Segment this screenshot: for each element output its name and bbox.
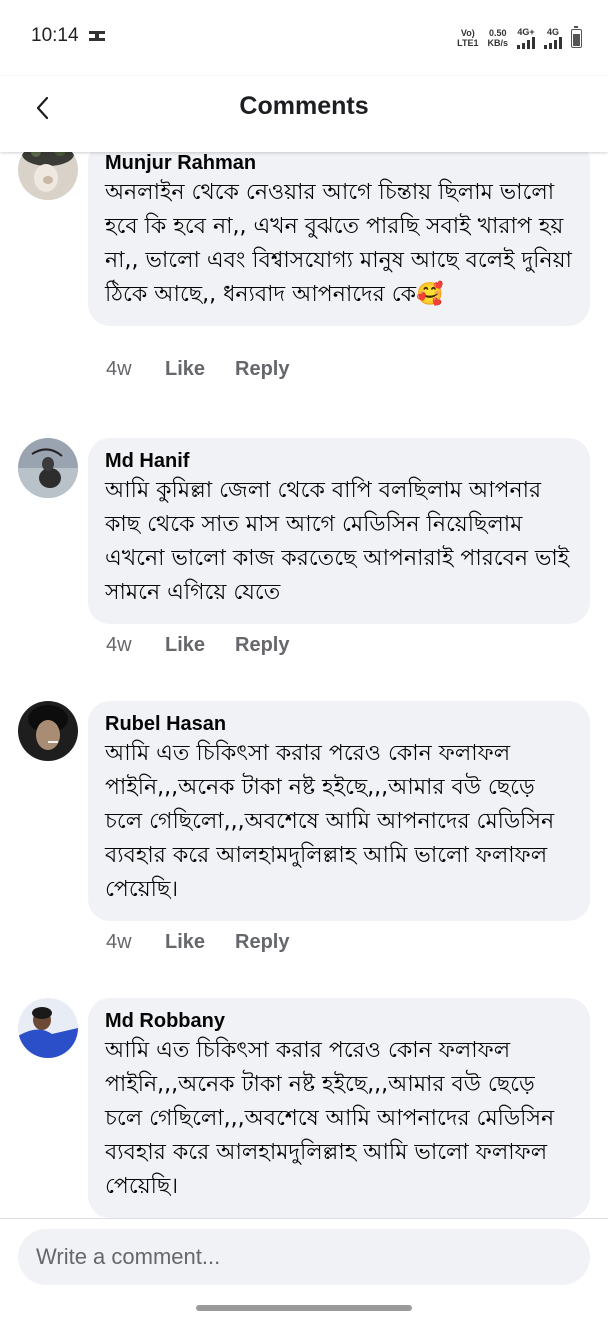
comment-time: 4w bbox=[106, 634, 132, 656]
comment-author[interactable]: Rubel Hasan bbox=[105, 711, 572, 737]
avatar[interactable] bbox=[18, 701, 78, 761]
reply-button[interactable]: Reply bbox=[235, 634, 289, 657]
avatar[interactable] bbox=[18, 438, 78, 498]
battery-icon bbox=[571, 25, 582, 48]
comments-list[interactable]: Munjur Rahman অনলাইন থেকে নেওয়ার আগে চি… bbox=[0, 152, 608, 1218]
home-indicator[interactable] bbox=[196, 1305, 412, 1311]
avatar[interactable] bbox=[18, 152, 78, 200]
comment-bubble[interactable]: Md Robbany আমি এত চিকিৎসা করার পরেও কোন … bbox=[88, 998, 590, 1218]
comment-time: 4w bbox=[106, 931, 132, 953]
comment-author[interactable]: Md Hanif bbox=[105, 448, 572, 474]
volte-indicator: Vo) LTE1 bbox=[457, 28, 479, 48]
comment-author[interactable]: Munjur Rahman bbox=[105, 152, 572, 176]
status-time: 10:14 bbox=[31, 25, 79, 46]
comment-text: আমি এত চিকিৎসা করার পরেও কোন ফলাফল পাইনি… bbox=[105, 741, 562, 902]
header: Comments bbox=[0, 76, 608, 152]
comment-actions: 4w Like Reply bbox=[106, 358, 289, 381]
comment-text: আমি এত চিকিৎসা করার পরেও কোন ফলাফল পাইনি… bbox=[105, 1038, 562, 1199]
like-button[interactable]: Like bbox=[165, 634, 235, 657]
comment-bubble[interactable]: Md Hanif আমি কুমিল্লা জেলা থেকে বাপি বলছ… bbox=[88, 438, 590, 624]
comment-bubble[interactable]: Rubel Hasan আমি এত চিকিৎসা করার পরেও কোন… bbox=[88, 701, 590, 921]
comment-composer bbox=[0, 1218, 608, 1320]
comment-bubble[interactable]: Munjur Rahman অনলাইন থেকে নেওয়ার আগে চি… bbox=[88, 152, 590, 326]
comment-author[interactable]: Md Robbany bbox=[105, 1008, 572, 1034]
status-indicators: Vo) LTE1 0.50 KB/s 4G+ 4G bbox=[457, 25, 582, 49]
reply-button[interactable]: Reply bbox=[235, 358, 289, 381]
comment-input[interactable] bbox=[18, 1229, 590, 1285]
comment-text: অনলাইন থেকে নেওয়ার আগে চিন্তায় ছিলাম ভ… bbox=[105, 180, 579, 307]
reply-button[interactable]: Reply bbox=[235, 931, 289, 954]
do-not-disturb-icon bbox=[89, 31, 105, 41]
comment-time: 4w bbox=[106, 358, 132, 380]
signal-1-icon: 4G+ bbox=[517, 27, 535, 49]
comment-actions: 4w Like Reply bbox=[106, 634, 289, 657]
page-title: Comments bbox=[239, 92, 369, 120]
comment-text: আমি কুমিল্লা জেলা থেকে বাপি বলছিলাম আপনা… bbox=[105, 478, 577, 605]
network-speed: 0.50 KB/s bbox=[487, 28, 508, 48]
status-bar: 10:14 Vo) LTE1 0.50 KB/s 4G+ 4G bbox=[0, 0, 608, 76]
like-button[interactable]: Like bbox=[165, 931, 235, 954]
like-button[interactable]: Like bbox=[165, 358, 235, 381]
avatar[interactable] bbox=[18, 998, 78, 1058]
signal-2-icon: 4G bbox=[544, 27, 562, 49]
comment-actions: 4w Like Reply bbox=[106, 931, 289, 954]
